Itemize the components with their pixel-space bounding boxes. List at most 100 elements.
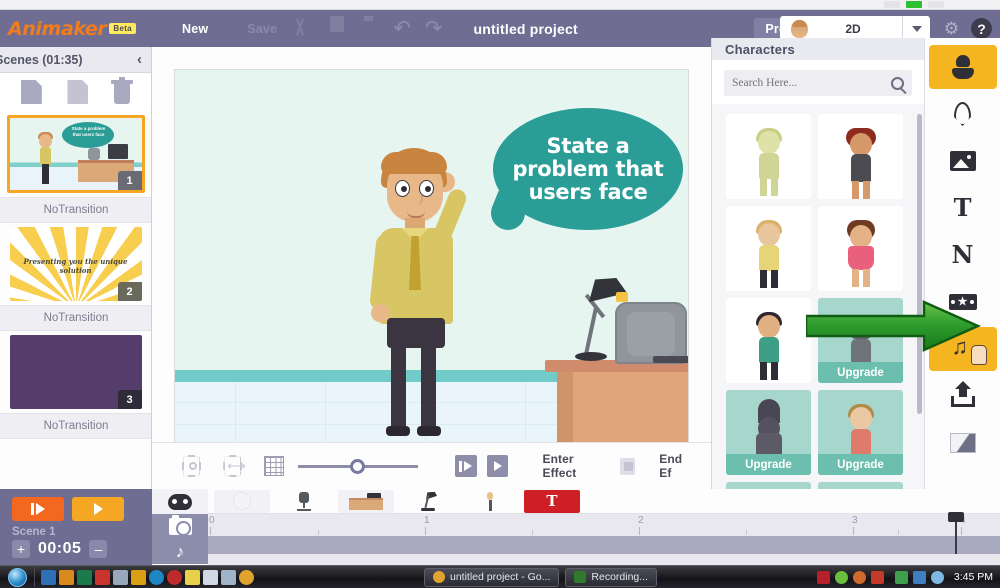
character-card-boy-red-shirt[interactable]: Upgrade (818, 390, 903, 475)
canvas[interactable]: State a problem that users face (174, 69, 689, 443)
window-maximize-button[interactable] (906, 1, 922, 8)
delete-scene-icon[interactable] (111, 76, 134, 104)
redo-button[interactable]: ↷ (418, 10, 450, 47)
keyboard[interactable] (653, 356, 688, 363)
network-icon[interactable] (894, 570, 908, 584)
timeline-track[interactable] (208, 536, 1000, 554)
cleaner-icon[interactable] (852, 570, 866, 584)
action-center-icon[interactable] (912, 570, 926, 584)
character-card-wizard[interactable]: Upgrade (726, 390, 811, 475)
scene-thumbnail-2[interactable]: Presenting you the unique solution 2 (9, 227, 142, 301)
character-card-young-man-yellow[interactable] (726, 206, 811, 291)
collapse-panel-icon[interactable]: ‹ (137, 51, 146, 68)
character-card-businesswoman[interactable] (818, 114, 903, 199)
cut-button[interactable] (284, 10, 318, 47)
end-effect-label[interactable]: End Ef (659, 452, 693, 480)
enter-effect-swatch[interactable] (620, 457, 636, 475)
window-minimize-button[interactable] (884, 1, 900, 8)
duplicate-scene-icon[interactable] (67, 80, 89, 104)
asset-desk[interactable] (338, 489, 394, 513)
gear-icon[interactable]: ⚙ (941, 18, 962, 39)
ql-icon-6[interactable] (131, 569, 146, 585)
timeline-tab-music[interactable]: ♪ (152, 539, 208, 564)
ql-icon-10[interactable] (221, 569, 236, 585)
rail-item-number[interactable]: N (929, 233, 997, 277)
timeline-ruler[interactable]: 0 1 2 3 4 (208, 514, 1000, 536)
scenes-list[interactable]: State a problem that users face 1 NoTran… (0, 111, 151, 489)
rail-item-images[interactable] (929, 139, 997, 183)
scene-thumbnail-3[interactable]: 3 (9, 335, 142, 409)
save-button[interactable]: Save (215, 10, 284, 47)
ql-icon-7[interactable] (167, 569, 182, 585)
ql-icon-4[interactable] (95, 569, 110, 585)
play-all-button[interactable] (72, 497, 124, 521)
timeline-tab-character[interactable] (152, 489, 208, 514)
scene-transition-3[interactable]: NoTransition (0, 413, 151, 439)
desk-body[interactable] (557, 372, 688, 442)
asset-text[interactable]: T (524, 489, 580, 513)
asset-chair[interactable] (276, 490, 332, 513)
increase-duration-button[interactable]: + (12, 540, 30, 558)
ql-icon-2[interactable] (59, 569, 74, 585)
upgrade-badge[interactable]: Upgrade (818, 362, 903, 383)
new-scene-icon[interactable] (20, 80, 42, 104)
preview-scene-icon[interactable] (454, 455, 477, 477)
ql-icon-8[interactable] (185, 569, 200, 585)
character-card-girl-pink-dress[interactable] (818, 206, 903, 291)
timeline-tab-camera[interactable] (152, 514, 208, 539)
ql-icon-3[interactable] (77, 569, 92, 585)
rail-item-properties[interactable] (929, 92, 997, 136)
character-card-hidden-left[interactable] (726, 482, 811, 489)
ql-icon-5[interactable] (113, 569, 128, 585)
enter-effect-label[interactable]: Enter Effect (542, 452, 602, 480)
window-close-button[interactable] (928, 1, 944, 8)
volume-icon[interactable] (930, 570, 944, 584)
quick-launch[interactable] (34, 567, 254, 587)
project-title[interactable]: untitled project (474, 21, 578, 37)
start-button[interactable] (0, 567, 34, 588)
character-man[interactable] (357, 148, 477, 438)
animaker-logo[interactable]: Animaker Beta (0, 18, 150, 40)
asset-lamp[interactable] (400, 490, 456, 513)
playhead-grip[interactable] (948, 512, 964, 522)
character-card-man-teal-shirt[interactable] (726, 298, 811, 383)
rail-item-text[interactable]: T (929, 186, 997, 230)
scene-transition-1[interactable]: NoTransition (0, 197, 151, 223)
rail-item-background[interactable] (929, 421, 997, 465)
scene-transition-2[interactable]: NoTransition (0, 305, 151, 331)
asset-mic[interactable] (462, 490, 518, 513)
acrobat-icon[interactable] (816, 570, 830, 584)
speech-bubble[interactable]: State a problem that users face (493, 108, 683, 230)
help-icon[interactable]: ? (971, 18, 992, 39)
rail-item-characters[interactable] (928, 45, 997, 89)
copy-button[interactable] (318, 10, 352, 47)
scene-thumbnail-1[interactable]: State a problem that users face 1 (6, 115, 145, 193)
search-input[interactable] (732, 77, 882, 89)
decrease-duration-button[interactable]: – (89, 540, 108, 558)
new-button[interactable]: New (150, 10, 215, 47)
undo-button[interactable]: ↶ (386, 10, 418, 47)
play-scene-button[interactable] (12, 497, 64, 521)
ql-icon-internet-explorer[interactable] (149, 569, 164, 585)
updates-icon[interactable] (834, 570, 848, 584)
zoom-slider[interactable] (297, 456, 418, 476)
rail-item-upload[interactable] (929, 374, 997, 418)
zoom-slider-handle[interactable] (349, 459, 365, 474)
asset-blank[interactable] (214, 489, 270, 513)
search-box[interactable] (724, 70, 912, 96)
search-icon[interactable] (891, 76, 904, 90)
character-card-hidden-right[interactable] (818, 482, 903, 489)
taskbar-task-recording[interactable]: Recording... (565, 567, 658, 587)
paste-button[interactable] (352, 10, 386, 47)
library-scrollbar[interactable] (917, 114, 922, 414)
play-icon[interactable] (486, 455, 509, 477)
ql-icon-9[interactable] (203, 569, 218, 585)
timeline-asset-strip[interactable]: T (208, 489, 1000, 514)
ql-icon-1[interactable] (41, 569, 56, 585)
ql-icon-chrome[interactable] (239, 569, 254, 585)
character-card-mummy[interactable] (726, 114, 811, 199)
fit-icon[interactable]: ⟷ (223, 455, 246, 477)
media-icon[interactable] (870, 570, 884, 584)
upgrade-badge[interactable]: Upgrade (726, 454, 811, 475)
upgrade-badge[interactable]: Upgrade (818, 454, 903, 475)
